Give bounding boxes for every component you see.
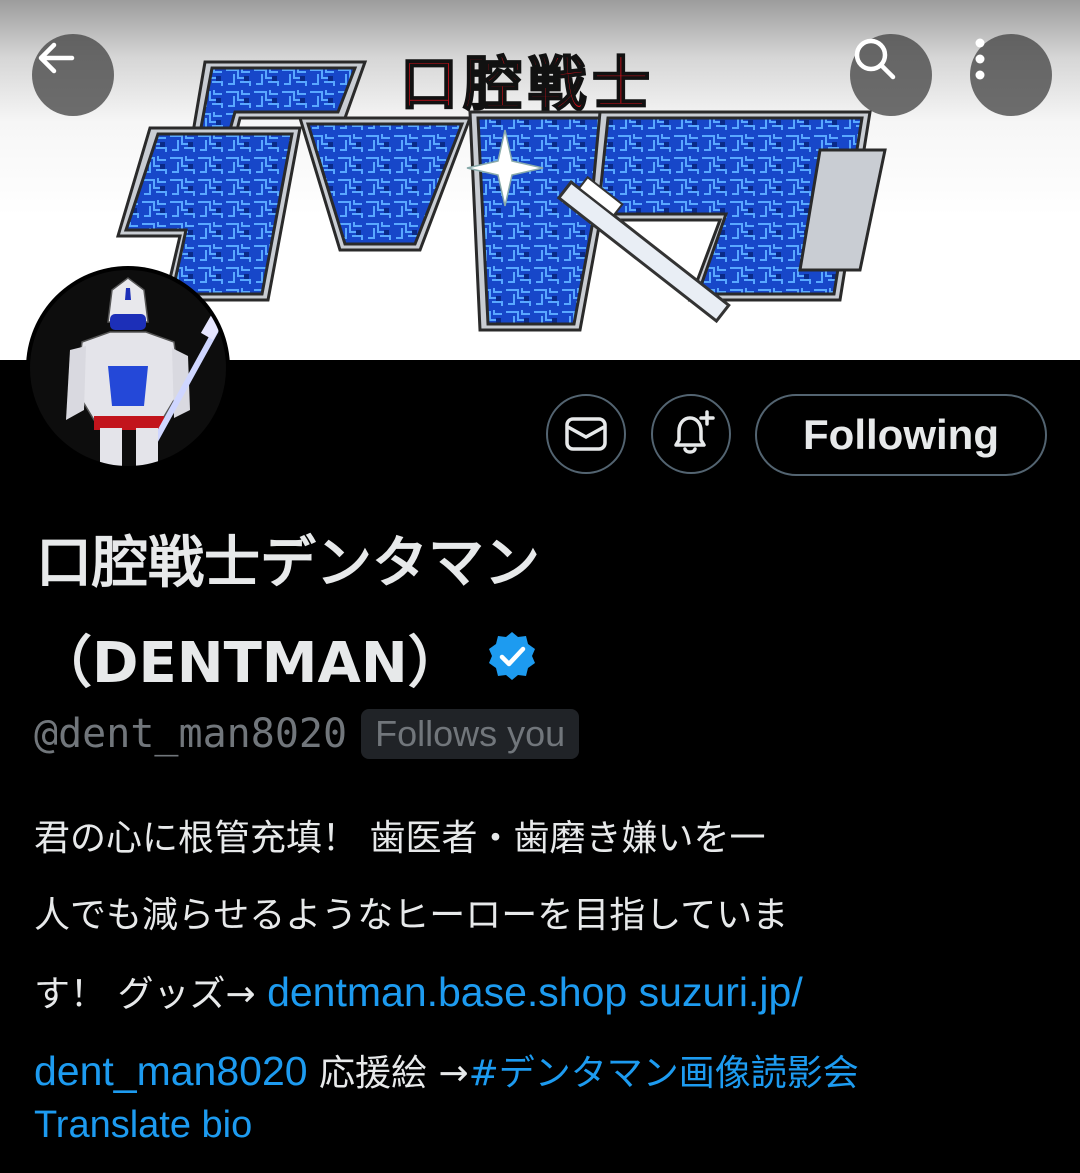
bio-goods-text: す！ グッズ→	[34, 974, 268, 1015]
user-handle: @dent_man8020	[34, 711, 348, 757]
search-button[interactable]	[850, 34, 932, 116]
following-button[interactable]: Following	[755, 394, 1047, 476]
bio-link-suzuri[interactable]: suzuri.jp/	[639, 969, 803, 1015]
verified-badge-icon[interactable]	[486, 614, 538, 714]
bio: 君の心に根管充填！ 歯医者・歯磨き嫌いを一 人でも減らせるようなヒーローを目指し…	[34, 800, 1044, 1112]
bio-link-suzuri-path[interactable]: dent_man8020	[34, 1048, 308, 1094]
display-name-line2-row: （DENTMAN）	[36, 614, 676, 714]
more-vertical-icon	[975, 38, 985, 80]
handle-row: @dent_man8020 Follows you	[34, 706, 580, 762]
display-name: 口腔戦士デンタマン （DENTMAN）	[36, 514, 676, 714]
bio-link-base-shop[interactable]: dentman.base.shop	[267, 969, 627, 1015]
mail-icon	[565, 417, 607, 451]
search-icon	[854, 38, 896, 80]
message-button[interactable]	[546, 394, 626, 474]
display-name-line1: 口腔戦士デンタマン	[36, 531, 540, 596]
bio-line-4: dent_man8020 応援絵 →#デンタマン画像読影会	[34, 1033, 1044, 1112]
bio-hashtag-link[interactable]: #デンタマン画像読影会	[469, 1053, 859, 1094]
display-name-line2: （DENTMAN）	[36, 631, 464, 696]
bio-line-2: 人でも減らせるようなヒーローを目指していま	[34, 895, 789, 936]
bell-plus-icon	[674, 410, 715, 454]
back-button[interactable]	[32, 34, 114, 116]
follows-you-badge: Follows you	[361, 709, 580, 759]
avatar-image	[30, 270, 226, 466]
translate-bio-link[interactable]: Translate bio	[34, 1104, 252, 1147]
avatar[interactable]	[30, 270, 226, 466]
bio-line-3: す！ グッズ→ dentman.base.shop suzuri.jp/	[34, 954, 1044, 1033]
more-options-button[interactable]	[970, 34, 1052, 116]
logo-title-text: 口腔戦士	[400, 50, 656, 118]
notifications-button[interactable]	[651, 394, 731, 474]
back-arrow-icon	[38, 42, 75, 74]
bio-line-1: 君の心に根管充填！ 歯医者・歯磨き嫌いを一	[34, 818, 766, 859]
bio-fanart-text: 応援絵 →	[307, 1053, 469, 1094]
